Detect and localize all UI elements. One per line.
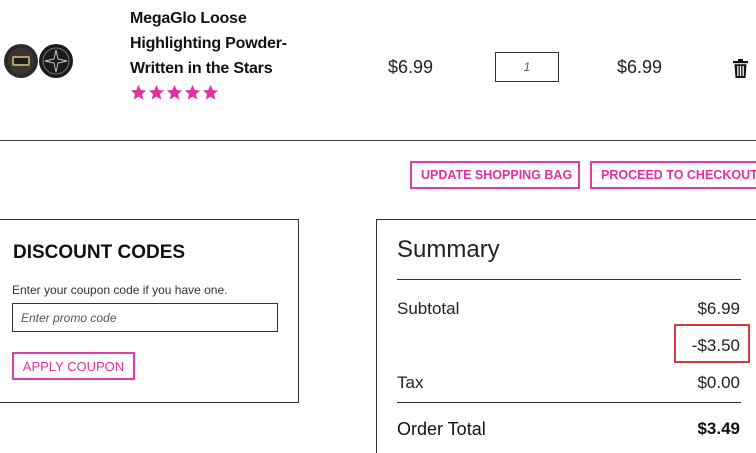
order-total-value: $3.49 [697,419,740,438]
update-button-label: UPDATE SHOPPING BAG [421,168,573,182]
star-icon [202,84,219,100]
subtotal-label: Subtotal [397,299,460,318]
star-icon [184,84,201,100]
divider [0,140,756,141]
star-icon [148,84,165,100]
trash-icon[interactable] [733,59,748,78]
product-rating [130,84,219,106]
product-thumbnail[interactable] [3,42,75,80]
product-name[interactable]: MegaGlo Loose Highlighting Powder-Writte… [130,6,300,81]
line-total: $6.99 [617,57,663,77]
divider [397,279,741,280]
unit-price: $6.99 [388,57,434,77]
order-total-label: Order Total [397,419,486,439]
summary-title: Summary [397,236,500,263]
tax-label: Tax [397,373,424,392]
discount-codes-title: DISCOUNT CODES [13,242,186,263]
quantity-input[interactable] [495,52,559,82]
promo-code-input[interactable] [12,303,278,332]
update-shopping-bag-button[interactable]: UPDATE SHOPPING BAG [410,161,580,189]
tax-value: $0.00 [697,373,740,392]
apply-coupon-button[interactable]: APPLY COUPON [12,352,135,380]
checkout-button-label: PROCEED TO CHECKOUT [601,168,756,182]
apply-coupon-label: APPLY COUPON [22,358,125,374]
proceed-to-checkout-button[interactable]: PROCEED TO CHECKOUT [590,161,756,189]
subtotal-value: $6.99 [697,299,740,318]
coupon-hint: Enter your coupon code if you have one. [12,283,228,297]
star-icon [130,84,147,100]
star-icon [166,84,183,100]
discount-value: -$3.50 [691,336,740,355]
divider [397,402,741,403]
